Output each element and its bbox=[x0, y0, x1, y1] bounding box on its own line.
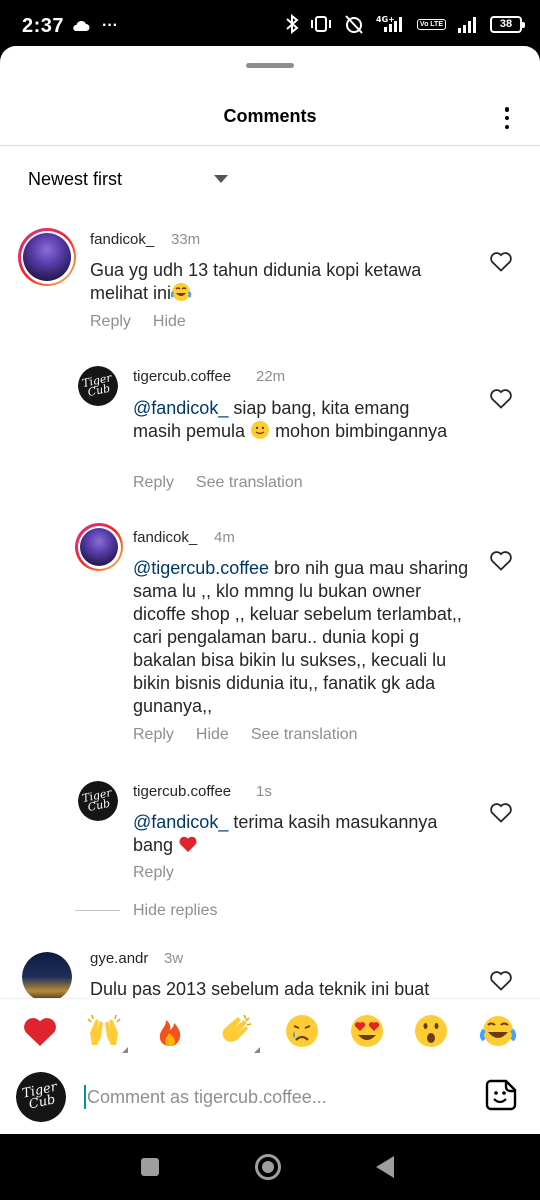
text-cursor bbox=[84, 1085, 86, 1109]
avatar[interactable] bbox=[75, 523, 123, 571]
comment-text: @fandicok_ terima kasih masukannya bang bbox=[133, 812, 438, 855]
comment-text: Gua yg udh 13 tahun didunia kopi ketawa … bbox=[90, 260, 422, 303]
mention-link[interactable]: @fandicok_ bbox=[133, 812, 228, 832]
surprised-face-emoji-button[interactable] bbox=[413, 1013, 453, 1053]
comment-text: @tigercub.coffee bro nih gua mau sharing… bbox=[133, 558, 469, 716]
skin-tone-indicator bbox=[254, 1047, 260, 1053]
header-divider bbox=[0, 145, 540, 146]
reply-button[interactable]: Reply bbox=[133, 474, 174, 492]
sort-label: Newest first bbox=[28, 169, 123, 189]
avatar[interactable]: Tiger Cub bbox=[78, 366, 118, 406]
signal-icon bbox=[458, 17, 476, 33]
like-heart-icon[interactable] bbox=[489, 250, 513, 272]
crying-face-emoji-button[interactable] bbox=[284, 1013, 324, 1053]
drag-handle[interactable] bbox=[246, 63, 294, 68]
like-heart-icon[interactable] bbox=[489, 969, 513, 991]
like-heart-icon[interactable] bbox=[489, 387, 513, 409]
heart-emoji-button[interactable] bbox=[22, 1013, 62, 1053]
comment-username[interactable]: fandicok_ bbox=[133, 529, 197, 546]
comment-input[interactable]: Comment as tigercub.coffee... bbox=[84, 1082, 464, 1112]
tigercub-logo: Tiger Cub bbox=[78, 366, 118, 406]
comment-username[interactable]: gye.andr bbox=[90, 950, 148, 967]
raised-hands-emoji-button[interactable] bbox=[86, 1013, 128, 1053]
mention-link[interactable]: @fandicok_ bbox=[133, 398, 228, 418]
comment-composer: Tiger Cub Comment as tigercub.coffee... bbox=[0, 1060, 540, 1134]
slightly-smiling-emoji-icon bbox=[251, 421, 270, 439]
system-nav-bar bbox=[0, 1134, 540, 1200]
current-user-avatar[interactable]: Tiger Cub bbox=[16, 1072, 66, 1122]
comment-time: 33m bbox=[171, 231, 201, 248]
comment-username[interactable]: tigercub.coffee bbox=[133, 368, 231, 385]
reply-button[interactable]: Reply bbox=[133, 726, 174, 744]
crying-face-icon bbox=[286, 1015, 318, 1047]
tigercub-logo: Tiger Cub bbox=[78, 781, 118, 821]
home-button[interactable] bbox=[255, 1154, 281, 1180]
tears-of-joy-emoji-button[interactable] bbox=[480, 1013, 520, 1053]
clapping-hands-icon bbox=[222, 1014, 252, 1042]
hide-button[interactable]: Hide bbox=[153, 313, 186, 331]
comment-actions: Reply bbox=[133, 864, 174, 882]
status-left-icons: ··· bbox=[72, 17, 118, 35]
comment-actions: Reply See translation bbox=[133, 474, 303, 492]
sticker-icon[interactable] bbox=[484, 1078, 518, 1112]
comment-input-placeholder: Comment as tigercub.coffee... bbox=[87, 1086, 327, 1107]
more-notifications: ··· bbox=[102, 17, 118, 34]
skin-tone-indicator bbox=[122, 1047, 128, 1053]
comment-username[interactable]: fandicok_ bbox=[90, 231, 154, 248]
back-button[interactable] bbox=[376, 1156, 394, 1178]
bluetooth-icon bbox=[286, 14, 299, 34]
tears-of-joy-icon bbox=[480, 1016, 516, 1046]
reply-button[interactable]: Reply bbox=[133, 864, 174, 882]
hide-replies-button[interactable]: Hide replies bbox=[133, 902, 217, 920]
more-options-icon[interactable] bbox=[494, 104, 520, 132]
sort-dropdown[interactable]: Newest first bbox=[28, 169, 228, 190]
avatar[interactable] bbox=[22, 952, 72, 1002]
fire-emoji-button[interactable] bbox=[152, 1013, 192, 1053]
reply-button[interactable]: Reply bbox=[90, 313, 131, 331]
avatar[interactable]: Tiger Cub bbox=[78, 781, 118, 821]
comment-actions: Reply Hide See translation bbox=[133, 726, 358, 744]
hide-button[interactable]: Hide bbox=[196, 726, 229, 744]
vibrate-icon bbox=[310, 16, 331, 32]
like-heart-icon[interactable] bbox=[489, 549, 513, 571]
red-heart-icon bbox=[24, 1018, 56, 1046]
alarm-off-icon bbox=[345, 15, 363, 34]
surprised-face-icon bbox=[415, 1015, 447, 1047]
emoji-quick-bar bbox=[0, 998, 540, 1068]
clapping-hands-emoji-button[interactable] bbox=[218, 1013, 260, 1053]
avatar[interactable] bbox=[18, 228, 76, 286]
heart-eyes-emoji-button[interactable] bbox=[349, 1013, 389, 1053]
comment-time: 3w bbox=[164, 950, 184, 967]
raised-hands-icon bbox=[87, 1014, 121, 1045]
heart-eyes-icon bbox=[351, 1015, 383, 1047]
comment-time: 1s bbox=[256, 783, 272, 800]
comment-actions: Reply Hide bbox=[90, 313, 186, 331]
see-translation-button[interactable]: See translation bbox=[251, 726, 358, 744]
signal-4g-icon: 4G+ bbox=[376, 15, 402, 32]
comment-time: 4m bbox=[214, 529, 235, 546]
recents-button[interactable] bbox=[141, 1158, 159, 1176]
svg-text:4G+: 4G+ bbox=[376, 15, 395, 24]
like-heart-icon[interactable] bbox=[489, 801, 513, 823]
comment-time: 22m bbox=[256, 368, 286, 385]
comment-username[interactable]: tigercub.coffee bbox=[133, 783, 231, 800]
battery-icon: 38 bbox=[490, 15, 525, 33]
tigercub-logo: Tiger Cub bbox=[16, 1072, 66, 1122]
mention-link[interactable]: @tigercub.coffee bbox=[133, 558, 269, 578]
status-time: 2:37 bbox=[22, 15, 65, 37]
tears-of-joy-emoji-icon bbox=[171, 283, 192, 301]
see-translation-button[interactable]: See translation bbox=[196, 474, 303, 492]
status-right-icons: 4G+ Vo LTE 38 bbox=[285, 14, 525, 34]
red-heart-emoji-icon bbox=[179, 836, 197, 852]
volte-icon: Vo LTE bbox=[416, 18, 446, 30]
comments-sheet: Comments Newest first fandicok_ 33m Gua … bbox=[0, 46, 540, 1134]
sheet-title: Comments bbox=[223, 106, 317, 126]
caret-down-icon bbox=[214, 175, 228, 183]
comment-text: @fandicok_ siap bang, kita emang masih p… bbox=[133, 398, 448, 441]
replies-divider bbox=[75, 910, 120, 911]
fire-icon bbox=[159, 1020, 181, 1046]
cloud-icon bbox=[73, 20, 90, 31]
